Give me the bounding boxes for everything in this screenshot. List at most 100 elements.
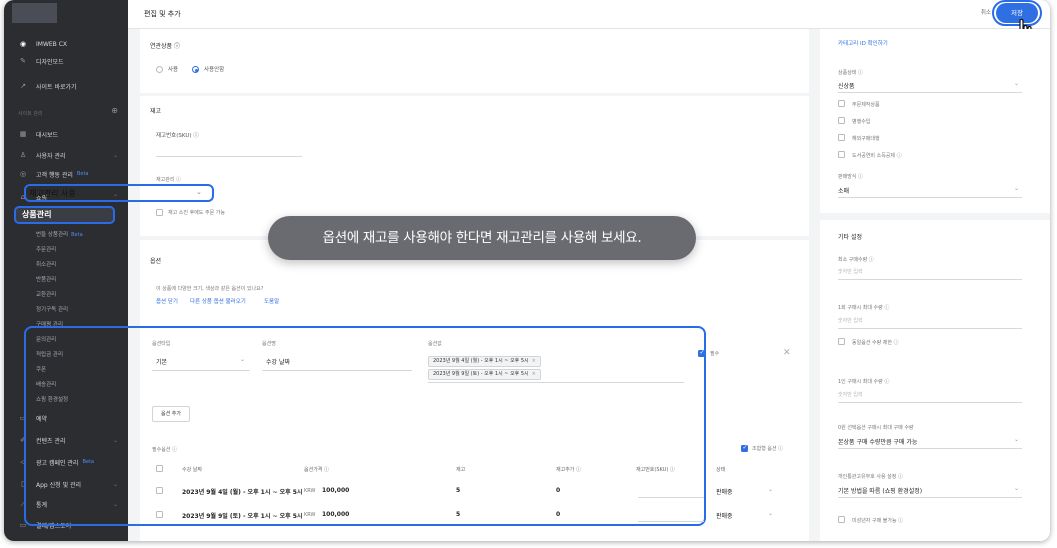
sidebar-subitem-cancel[interactable]: 취소관리 — [36, 260, 56, 268]
site-logo[interactable] — [12, 3, 57, 23]
sidebar-subitem-bundle[interactable]: 번들 상품관리 Beta — [36, 230, 83, 238]
add-option-button[interactable]: 옵션 추가 — [152, 406, 190, 422]
col-sku-header: 재고번호(SKU) ⓘ — [636, 467, 675, 473]
option-value-header: 옵션값 — [428, 341, 442, 347]
zero-option-underline — [838, 448, 1022, 449]
row-status-select[interactable]: 판매중 — [716, 511, 733, 520]
max-qty-person-label: 1인 구매시 최대 수량 ⓘ — [838, 379, 890, 385]
sale-method-underline — [838, 197, 1022, 198]
related-not-use-radio[interactable] — [192, 66, 199, 73]
privacy-code-underline — [838, 497, 1022, 498]
chevron-down-icon: ⌄ — [1014, 436, 1020, 443]
related-products-title: 연관상품 ⓘ — [150, 43, 180, 50]
sidebar-subitem-exchange[interactable]: 교환관리 — [36, 290, 56, 298]
privacy-code-label: 개인통관고유부호 사용 설정 ⓘ — [838, 474, 903, 480]
plus-icon[interactable]: ⊕ — [111, 106, 118, 115]
row-currency: KRW — [304, 488, 316, 494]
option-name-input[interactable]: 수강 날짜 — [266, 357, 290, 366]
related-not-use-label: 사용안함 — [204, 67, 225, 73]
close-icon[interactable]: × — [532, 358, 536, 364]
row-checkbox[interactable] — [156, 511, 163, 518]
same-option-limit-checkbox[interactable] — [838, 338, 845, 345]
help-link[interactable]: 도움말 — [264, 297, 279, 305]
overseas-purchase-checkbox[interactable] — [838, 134, 845, 141]
chevron-down-icon: ⌄ — [240, 356, 246, 363]
row-stock-add-input[interactable]: 0 — [556, 511, 560, 518]
status-underline — [838, 92, 1022, 93]
close-options-link[interactable]: 옵션 닫기 — [156, 297, 178, 305]
sidebar-subitem-subscription[interactable]: 정기구독 관리 — [36, 305, 68, 313]
row-currency: KRW — [304, 512, 316, 518]
row-option-name: 2023년 9월 4일 (월) - 오후 1시 ~ 오후 5시 — [182, 489, 303, 496]
related-use-label: 사용 — [168, 67, 179, 73]
row-checkbox[interactable] — [156, 487, 163, 494]
combo-option-label: 조합형 옵션 ⓘ — [752, 446, 784, 452]
sidebar-item-product-management[interactable]: 상품관리 — [14, 206, 115, 224]
beta-badge: Beta — [71, 232, 83, 238]
tip-tooltip: 옵션에 재고를 사용해야 한다면 재고관리를 사용해 보세요. — [268, 216, 696, 260]
minor-block-checkbox[interactable] — [838, 516, 845, 523]
custom-made-checkbox[interactable] — [838, 100, 845, 107]
load-options-link[interactable]: 다른 상품 옵션 불러오기 — [190, 297, 246, 305]
sale-method-select[interactable]: 소매 — [838, 186, 849, 195]
option-name-header: 옵션명 — [262, 341, 276, 347]
beta-badge: Beta — [76, 171, 89, 177]
option-type-underline — [152, 370, 250, 371]
related-products-card: 연관상품 ⓘ 사용 사용안함 — [140, 29, 809, 93]
soldout-order-checkbox[interactable] — [156, 209, 163, 216]
row-price-input[interactable]: 100,000 — [322, 487, 349, 494]
row-stock-value: 5 — [456, 487, 461, 494]
options-description: 이 상품에 다양한 크기, 색상과 같은 옵션이 있나요? — [156, 286, 264, 292]
sidebar-item-dashboard[interactable]: ▦ 대시보드 — [4, 127, 128, 141]
cancel-button[interactable]: 취소 — [981, 8, 991, 16]
min-qty-underline — [838, 279, 1022, 280]
max-qty-once-input[interactable]: 숫자만 입력 — [838, 317, 863, 324]
sidebar-item-customer-behavior[interactable]: ◎ 고객 행동 관리 Beta — [4, 167, 128, 181]
max-qty-once-label: 1회 구매시 최대 수량 ⓘ — [838, 305, 890, 311]
option-type-select[interactable]: 기본 — [156, 357, 167, 366]
app-window: ◉ IMWEB CX ✎ 디자인모드 ↗ 사이트 바로가기 사이트 관리 ⊕ ▦… — [4, 0, 1050, 541]
max-qty-person-underline — [838, 402, 1022, 403]
other-settings-title: 기타 설정 — [838, 234, 862, 241]
soldout-order-label: 재고 소진 후에도 주문 가능 — [168, 210, 225, 216]
col-stock-header: 재고 — [456, 467, 466, 473]
culture-deduction-checkbox[interactable] — [838, 151, 845, 158]
sku-input[interactable] — [156, 156, 302, 157]
product-status-select[interactable]: 신상품 — [838, 81, 855, 90]
min-qty-label: 최소 구매수량 ⓘ — [838, 257, 874, 263]
row-price-input[interactable]: 100,000 — [322, 511, 349, 518]
sidebar-item-site-shortcut[interactable]: ↗ 사이트 바로가기 — [4, 79, 128, 93]
row-sku-input[interactable] — [638, 521, 704, 522]
select-all-checkbox[interactable] — [156, 465, 163, 472]
category-id-link[interactable]: 카테고리 ID 확인하기 — [838, 39, 888, 47]
right-panel-other: 기타 설정 최소 구매수량 ⓘ 숫자만 입력 1회 구매시 최대 수량 ⓘ 숫자… — [820, 220, 1050, 541]
stock-card: 재고 재고번호(SKU) ⓘ 재고관리 ⓘ 재고 소진 후에도 주문 가능 — [140, 96, 809, 236]
close-icon[interactable]: ✕ — [783, 348, 791, 358]
sidebar-subitem-returns[interactable]: 반품관리 — [36, 275, 56, 283]
overseas-purchase-label: 해외구매대행 — [852, 136, 880, 142]
close-icon[interactable]: × — [532, 371, 536, 377]
row-stock-value: 5 — [456, 511, 461, 518]
sidebar-item-design-mode[interactable]: ✎ 디자인모드 — [4, 54, 128, 68]
related-use-radio[interactable] — [156, 66, 163, 73]
min-qty-input[interactable]: 숫자만 입력 — [838, 268, 863, 275]
sidebar-subitem-orders[interactable]: 주문관리 — [36, 245, 56, 253]
row-option-name: 2023년 9월 9일 (토) - 오후 1시 ~ 오후 5시 — [182, 513, 303, 520]
sidebar-item-users[interactable]: ♙ 사용자 관리 ⌄ — [4, 148, 128, 162]
custom-made-label: 주문제작상품 — [852, 102, 880, 108]
options-title: 옵션 — [150, 258, 162, 265]
option-value-tag[interactable]: 2023년 9월 4일 (월) - 오후 1시 ~ 오후 5시 × — [428, 356, 541, 367]
option-value-tag[interactable]: 2023년 9월 9일 (토) - 오후 1시 ~ 오후 5시 × — [428, 369, 541, 380]
zero-option-max-select[interactable]: 본상품 구매 수량만큼 구매 가능 — [838, 437, 917, 446]
row-stock-add-input[interactable]: 0 — [556, 487, 560, 494]
parallel-import-checkbox[interactable] — [838, 117, 845, 124]
sku-label: 재고번호(SKU) ⓘ — [156, 133, 199, 139]
max-qty-person-input[interactable]: 숫자만 입력 — [838, 391, 863, 398]
privacy-code-select[interactable]: 기본 방법을 따름 (쇼핑 환경설정) — [838, 486, 922, 495]
sidebar-item-imweb-cx[interactable]: ◉ IMWEB CX — [4, 37, 128, 51]
row-sku-input[interactable] — [638, 497, 704, 498]
combo-option-checkbox[interactable] — [741, 444, 748, 452]
row-status-select[interactable]: 판매중 — [716, 487, 733, 496]
required-label: 필수 — [710, 351, 720, 357]
required-checkbox[interactable] — [698, 349, 705, 357]
